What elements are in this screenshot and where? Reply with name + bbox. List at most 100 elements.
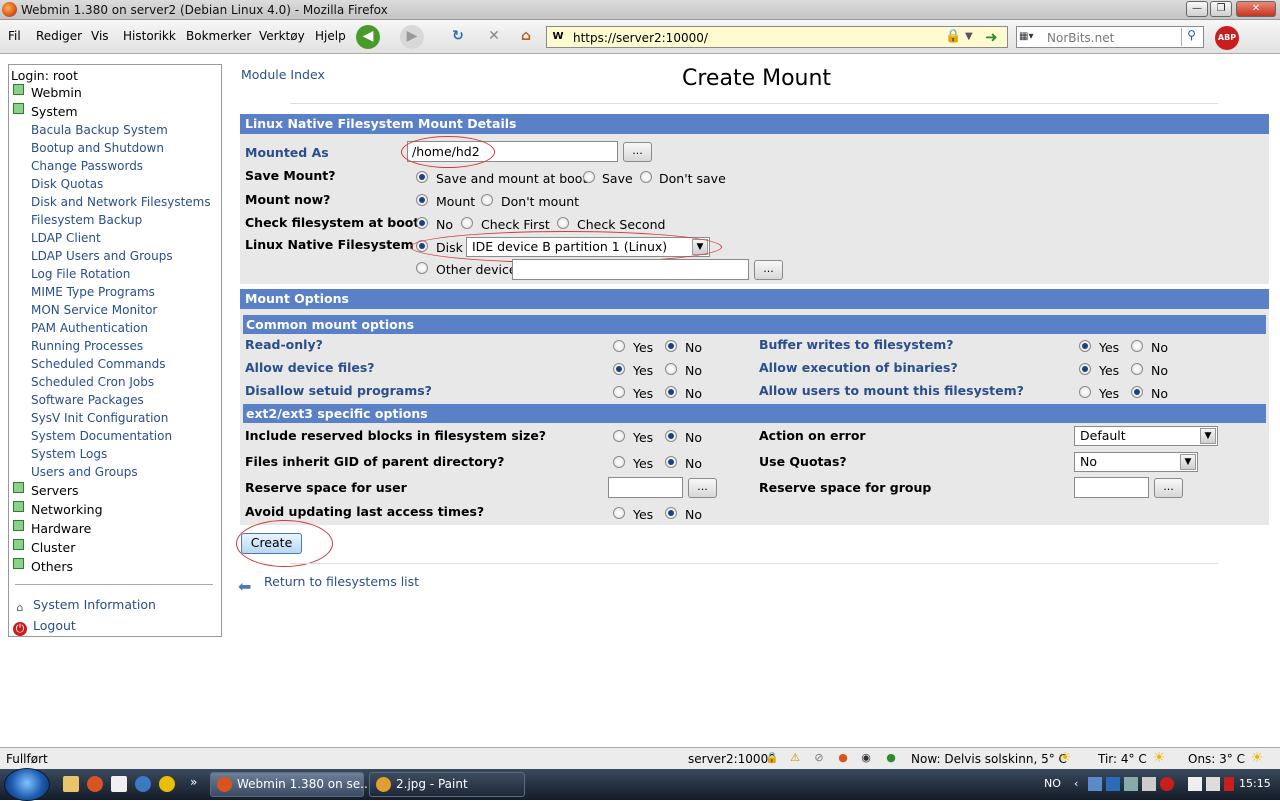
disallow-setuid-yes-radio[interactable] [613,386,625,398]
other-device-radio[interactable] [416,262,428,274]
sidebar-item-mon[interactable]: MON Service Monitor [31,303,157,317]
volume-icon[interactable] [1224,777,1234,791]
use-quotas-select[interactable]: No ▼ [1074,452,1198,472]
sidebar-cat-hardware[interactable]: Hardware [13,520,91,536]
chevron-down-icon[interactable]: ▼ [965,31,973,42]
tray-icon-6[interactable] [1188,777,1202,791]
go-icon[interactable]: ➜ [985,28,998,46]
search-engine-icon[interactable]: ▦▾ [1019,29,1045,45]
tray-icon-1[interactable] [1088,777,1102,791]
task-firefox[interactable]: Webmin 1.380 on se... [210,772,372,797]
search-box[interactable]: ▦▾ NorBits.net ⚲ [1016,26,1204,48]
sidebar-item-bootup[interactable]: Bootup and Shutdown [31,141,164,155]
return-filesystems-link[interactable]: Return to filesystems list [264,574,419,589]
lock-icon[interactable]: 🔒 [765,751,779,765]
task-paint[interactable]: 2.jpg - Paint [369,772,525,797]
warning-icon[interactable]: ⚠ [788,751,802,765]
sidebar-item-processes[interactable]: Running Processes [31,339,143,353]
clock[interactable]: 15:15 [1239,777,1271,790]
close-button[interactable]: ✕ [1236,1,1276,17]
sidebar-system-info[interactable]: ⌂ System Information [13,597,156,615]
sidebar-item-sysdoc[interactable]: System Documentation [31,429,172,443]
menu-verktoy[interactable]: Verktøy [259,29,305,43]
action-on-error-select[interactable]: Default ▼ [1074,426,1218,446]
reserve-group-input[interactable] [1074,477,1149,498]
include-reserved-no-radio[interactable] [665,430,677,442]
block-icon[interactable]: ⊘ [812,751,826,765]
sidebar-cat-system[interactable]: System [13,103,78,119]
sidebar-item-syslogs[interactable]: System Logs [31,447,107,461]
sidebar-item-passwords[interactable]: Change Passwords [31,159,143,173]
other-device-input[interactable] [512,259,749,280]
dont-save-radio[interactable] [640,171,652,183]
other-device-browse-button[interactable]: ... [754,260,783,280]
search-icon[interactable]: ⚲ [1181,28,1201,46]
sidebar-item-disk-quotas[interactable]: Disk Quotas [31,177,103,191]
tray-icon-5[interactable] [1160,777,1174,791]
language-indicator[interactable]: NO [1044,777,1061,790]
inherit-gid-no-radio[interactable] [665,456,677,468]
allow-exec-no-radio[interactable] [1131,363,1143,375]
avoid-atime-yes-radio[interactable] [613,507,625,519]
allow-users-yes-radio[interactable] [1079,386,1091,398]
check-second-radio[interactable] [557,217,569,229]
status-ok-icon[interactable]: ● [884,751,898,765]
sidebar-item-fs-backup[interactable]: Filesystem Backup [31,213,142,227]
disallow-setuid-no-radio[interactable] [665,386,677,398]
read-only-yes-radio[interactable] [613,340,625,352]
buffer-writes-no-radio[interactable] [1131,340,1143,352]
sidebar-cat-webmin[interactable]: Webmin [13,84,82,100]
maximize-button[interactable]: ❐ [1210,1,1232,17]
module-index-link[interactable]: Module Index [241,67,325,82]
forward-icon[interactable]: ▶ [400,25,424,49]
save-mount-boot-radio[interactable] [416,171,428,183]
back-icon[interactable]: ◀ [356,25,380,49]
tray-icon-2[interactable] [1106,777,1120,791]
back-arrow-icon[interactable]: ⬅ [238,577,251,596]
save-radio[interactable] [583,171,595,183]
sidebar-item-logrotate[interactable]: Log File Rotation [31,267,130,281]
stop-icon[interactable]: ✕ [482,25,506,49]
read-only-no-radio[interactable] [665,340,677,352]
quicklaunch-ie-icon[interactable] [135,776,151,792]
menu-hjelp[interactable]: Hjelp [315,29,346,43]
reload-icon[interactable]: ↻ [446,25,470,49]
allow-users-no-radio[interactable] [1131,386,1143,398]
lock-icon[interactable]: 🔒 [945,29,961,44]
quicklaunch-more-icon[interactable]: » [190,775,197,789]
reserve-user-browse-button[interactable]: ... [688,478,717,498]
sidebar-item-users-groups[interactable]: Users and Groups [31,465,138,479]
tray-icon-3[interactable] [1124,777,1138,791]
sidebar-item-ldap-users[interactable]: LDAP Users and Groups [31,249,173,263]
menu-vis[interactable]: Vis [91,29,109,43]
menu-bokmerker[interactable]: Bokmerker [186,29,251,43]
adblock-icon[interactable]: ABP [1215,26,1239,50]
allow-device-yes-radio[interactable] [613,363,625,375]
sidebar-item-filesystems[interactable]: Disk and Network Filesystems [31,195,211,209]
reserve-user-input[interactable] [608,477,683,498]
avoid-atime-no-radio[interactable] [665,507,677,519]
firefox-icon[interactable]: ● [836,751,850,765]
check-first-radio[interactable] [461,217,473,229]
sidebar-cat-others[interactable]: Others [13,558,73,574]
search-input[interactable]: NorBits.net [1047,31,1114,45]
allow-device-no-radio[interactable] [665,363,677,375]
address-bar[interactable]: W https://server2:10000/ 🔒 ▼ ➜ [546,26,1008,48]
quicklaunch-document-icon[interactable] [111,776,127,792]
sidebar-cat-networking[interactable]: Networking [13,501,103,517]
menu-fil[interactable]: Fil [8,29,21,43]
dont-mount-radio[interactable] [481,194,493,206]
menu-historikk[interactable]: Historikk [123,29,176,43]
menu-rediger[interactable]: Rediger [36,29,82,43]
sidebar-item-ldap-client[interactable]: LDAP Client [31,231,101,245]
quicklaunch-firefox-icon[interactable] [87,776,103,792]
inherit-gid-yes-radio[interactable] [613,456,625,468]
sidebar-item-bacula[interactable]: Bacula Backup System [31,123,168,137]
eye-icon[interactable]: ◉ [859,751,873,765]
sidebar-item-packages[interactable]: Software Packages [31,393,144,407]
buffer-writes-yes-radio[interactable] [1079,340,1091,352]
quicklaunch-folder-icon[interactable] [63,776,79,792]
home-icon[interactable]: ⌂ [514,25,538,49]
include-reserved-yes-radio[interactable] [613,430,625,442]
sidebar-cat-servers[interactable]: Servers [13,482,79,498]
